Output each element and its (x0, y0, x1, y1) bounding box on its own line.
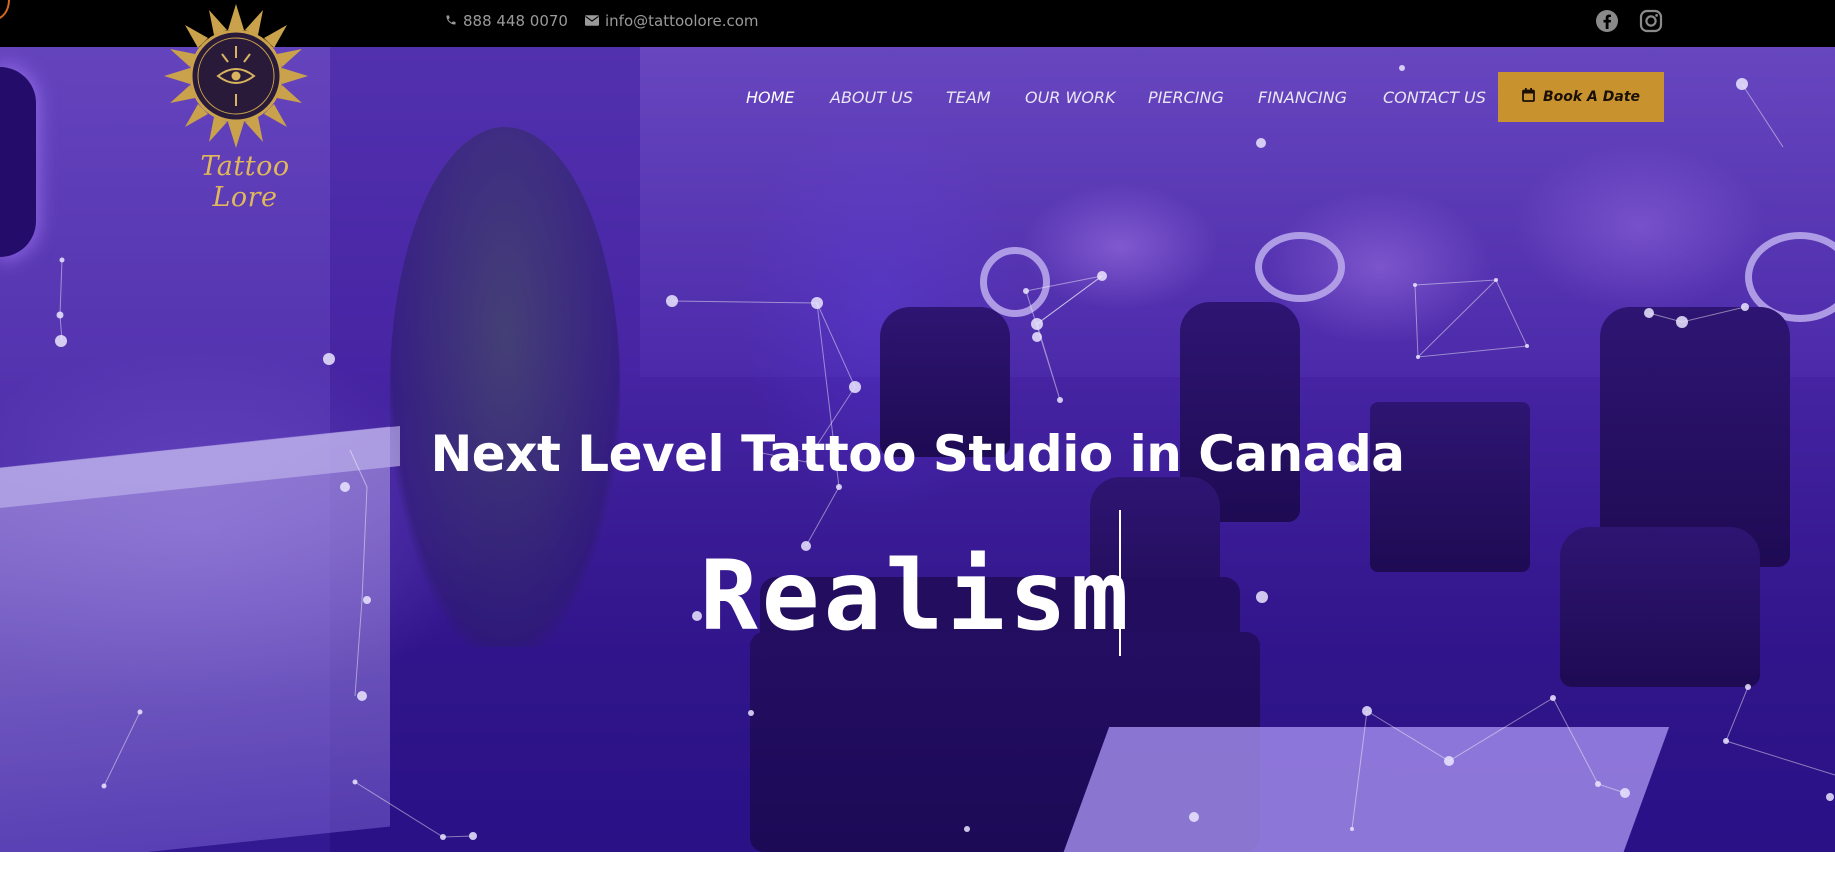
nav-item-financing[interactable]: FINANCING (1258, 88, 1347, 107)
phone-link[interactable]: 888 448 0070 (445, 12, 568, 30)
facebook-icon[interactable] (1594, 8, 1620, 34)
email-link[interactable]: info@tattoolore.com (585, 12, 759, 30)
nav-item-about-us[interactable]: ABOUT US (830, 88, 913, 107)
email-address: info@tattoolore.com (605, 12, 759, 30)
nav-item-home[interactable]: HOME (746, 88, 795, 107)
phone-number: 888 448 0070 (463, 12, 568, 30)
site-logo[interactable]: Tattoo Lore (160, 3, 320, 213)
nav-item-contact-us[interactable]: CONTACT US (1383, 88, 1486, 107)
nav-item-our-work[interactable]: OUR WORK (1025, 88, 1116, 107)
calendar-icon (1522, 88, 1535, 106)
logo-wordmark: Tattoo Lore (200, 151, 290, 213)
sun-eye-icon (164, 4, 308, 148)
typing-caret (1119, 510, 1121, 656)
book-a-date-button[interactable]: Book A Date (1498, 72, 1664, 122)
instagram-icon[interactable] (1638, 8, 1664, 34)
phone-icon (445, 12, 457, 30)
corner-decoration (0, 0, 10, 20)
envelope-icon (585, 12, 599, 30)
nav-item-team[interactable]: TEAM (946, 88, 991, 107)
typed-style-word: Realism (700, 540, 1133, 652)
book-a-date-label: Book A Date (1542, 89, 1641, 105)
nav-item-piercing[interactable]: PIERCING (1148, 88, 1224, 107)
hero-headline: Next Level Tattoo Studio in Canada (430, 425, 1405, 483)
